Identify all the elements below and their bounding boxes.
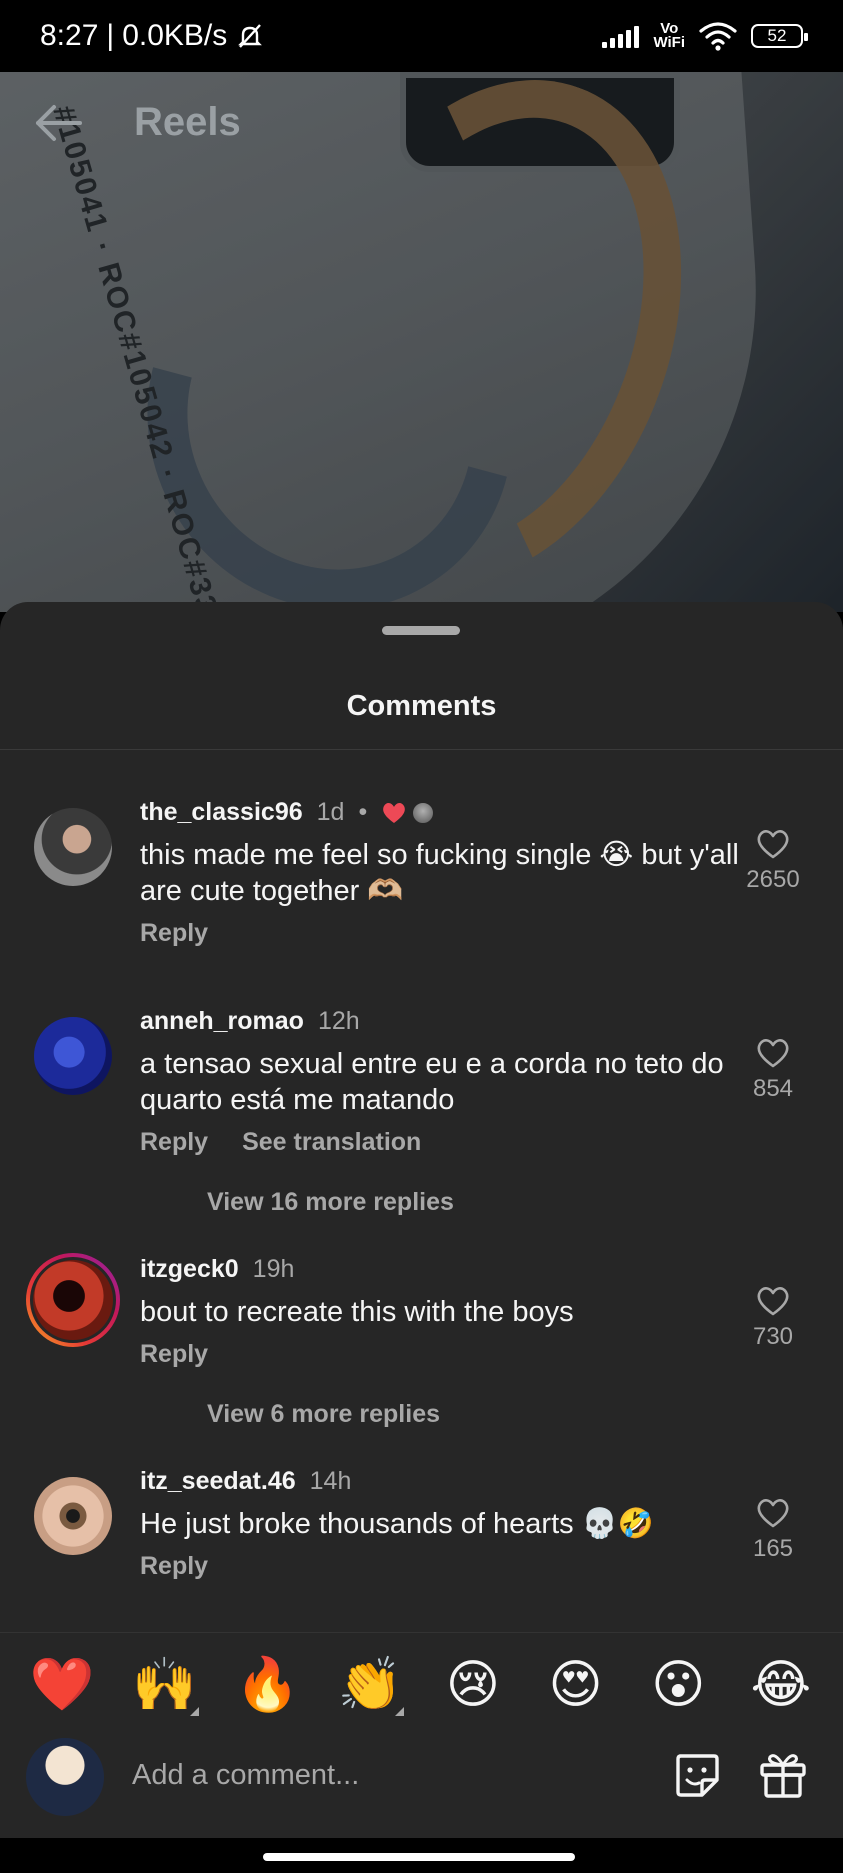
signal-icon	[602, 24, 640, 48]
emoji-quick-bar: ❤️ 🙌 🔥 👏 😢 😍 😮 😂	[20, 1648, 823, 1722]
emoji-bar-divider	[0, 1632, 843, 1633]
comment-username[interactable]: the_classic96	[140, 798, 303, 827]
comment-time: 19h	[252, 1255, 295, 1283]
comment-username[interactable]: anneh_romao	[140, 1007, 304, 1036]
see-translation-button[interactable]: See translation	[242, 1128, 421, 1157]
avatar[interactable]	[34, 1477, 112, 1555]
avatar-with-story[interactable]	[26, 1253, 120, 1347]
emoji-clap-button[interactable]: 👏	[328, 1648, 412, 1722]
reply-button[interactable]: Reply	[140, 1340, 208, 1369]
comment-like: 165	[733, 1497, 813, 1563]
status-separator: |	[106, 19, 115, 52]
comment-header: itzgeck0 19h	[140, 1255, 740, 1284]
heart-outline-icon[interactable]	[755, 828, 791, 860]
emoji-raised-hands-button[interactable]: 🙌	[123, 1648, 207, 1722]
back-arrow-icon[interactable]	[34, 103, 84, 143]
emoji-heart-eyes-button[interactable]: 😍	[534, 1648, 618, 1722]
comment-actions: Reply	[140, 1340, 740, 1369]
comment-text: a tensao sexual entre eu e a corda no te…	[140, 1048, 724, 1116]
view-more-replies-button[interactable]: View 6 more replies	[207, 1400, 440, 1429]
comment-body: itz_seedat.46 14h He just broke thousand…	[140, 1467, 740, 1581]
comment-like: 854	[733, 1037, 813, 1103]
emoji-laughing-button[interactable]: 😂	[739, 1648, 823, 1722]
reel-video[interactable]: #105041 · ROC#105042 · ROC#331228	[0, 72, 843, 612]
wifi-icon	[699, 22, 737, 51]
like-count: 165	[752, 1535, 794, 1562]
comment-actions: Reply	[140, 919, 740, 948]
comment-username[interactable]: itzgeck0	[140, 1255, 239, 1284]
avatar[interactable]	[34, 1017, 112, 1095]
status-left: 8:27 | 0.0KB/s	[40, 19, 265, 53]
like-count: 854	[752, 1075, 794, 1102]
page-title: Reels	[134, 100, 241, 144]
sheet-drag-handle[interactable]	[382, 626, 460, 635]
vowifi-label: Vo WiFi	[653, 21, 685, 51]
view-more-replies-button[interactable]: View 16 more replies	[207, 1188, 454, 1217]
like-count: 2650	[746, 866, 800, 893]
comment-header: anneh_romao 12h	[140, 1007, 740, 1036]
creator-liked-badge	[381, 800, 436, 825]
comment-time: 12h	[317, 1007, 360, 1035]
emoji-heart-button[interactable]: ❤️	[20, 1648, 104, 1722]
battery-level: 52	[767, 26, 787, 45]
reels-header: Reels	[34, 100, 241, 145]
creator-avatar	[411, 800, 436, 825]
comment-username[interactable]: itz_seedat.46	[140, 1467, 296, 1496]
reply-button[interactable]: Reply	[140, 1552, 208, 1581]
comment-like: 730	[733, 1285, 813, 1351]
status-time: 8:27	[40, 19, 99, 52]
home-indicator[interactable]	[263, 1853, 575, 1861]
reply-button[interactable]: Reply	[140, 1128, 208, 1157]
vowifi-bottom: WiFi	[653, 34, 685, 51]
sheet-title: Comments	[346, 690, 497, 722]
like-count: 730	[752, 1323, 794, 1350]
comment-header: the_classic96 1d •	[140, 798, 740, 827]
comment-time: 1d	[316, 798, 345, 826]
comment-body: anneh_romao 12h a tensao sexual entre eu…	[140, 1007, 740, 1157]
battery-icon: 52	[751, 24, 808, 48]
comment-actions: Reply	[140, 1552, 740, 1581]
network-speed: 0.0KB/s	[122, 19, 228, 52]
comment-body: itzgeck0 19h bout to recreate this with …	[140, 1255, 740, 1369]
comment-separator: •	[358, 798, 368, 826]
emoji-fire-button[interactable]: 🔥	[225, 1648, 309, 1722]
avatar-image	[30, 1257, 116, 1343]
comment-time: 14h	[309, 1467, 352, 1495]
heart-outline-icon[interactable]	[755, 1497, 791, 1529]
add-comment-input[interactable]	[132, 1750, 592, 1800]
video-dim-overlay	[0, 72, 843, 612]
comment-composer	[0, 1730, 843, 1818]
emoji-surprised-button[interactable]: 😮	[636, 1648, 720, 1722]
comment-header: itz_seedat.46 14h	[140, 1467, 740, 1496]
comment-body: the_classic96 1d • this made me feel so …	[140, 798, 740, 948]
status-bar: 8:27 | 0.0KB/s Vo WiFi 52	[0, 0, 843, 72]
mute-icon	[238, 24, 263, 48]
comment-text: bout to recreate this with the boys	[140, 1296, 574, 1328]
avatar[interactable]	[34, 808, 112, 886]
comment-text: this made me feel so fucking single 😭 bu…	[140, 839, 739, 907]
sticker-icon[interactable]	[672, 1750, 722, 1800]
heart-outline-icon[interactable]	[755, 1037, 791, 1069]
heart-outline-icon[interactable]	[755, 1285, 791, 1317]
red-heart-icon	[383, 802, 406, 823]
comment-actions: Reply See translation	[140, 1128, 740, 1157]
my-avatar	[26, 1738, 104, 1816]
status-right: Vo WiFi 52	[602, 21, 808, 51]
comment-like: 2650	[733, 828, 813, 894]
gift-icon[interactable]	[757, 1748, 809, 1800]
emoji-crying-button[interactable]: 😢	[431, 1648, 515, 1722]
comment-text: He just broke thousands of hearts 💀🤣	[140, 1508, 654, 1540]
sheet-divider	[0, 749, 843, 750]
reply-button[interactable]: Reply	[140, 919, 208, 948]
